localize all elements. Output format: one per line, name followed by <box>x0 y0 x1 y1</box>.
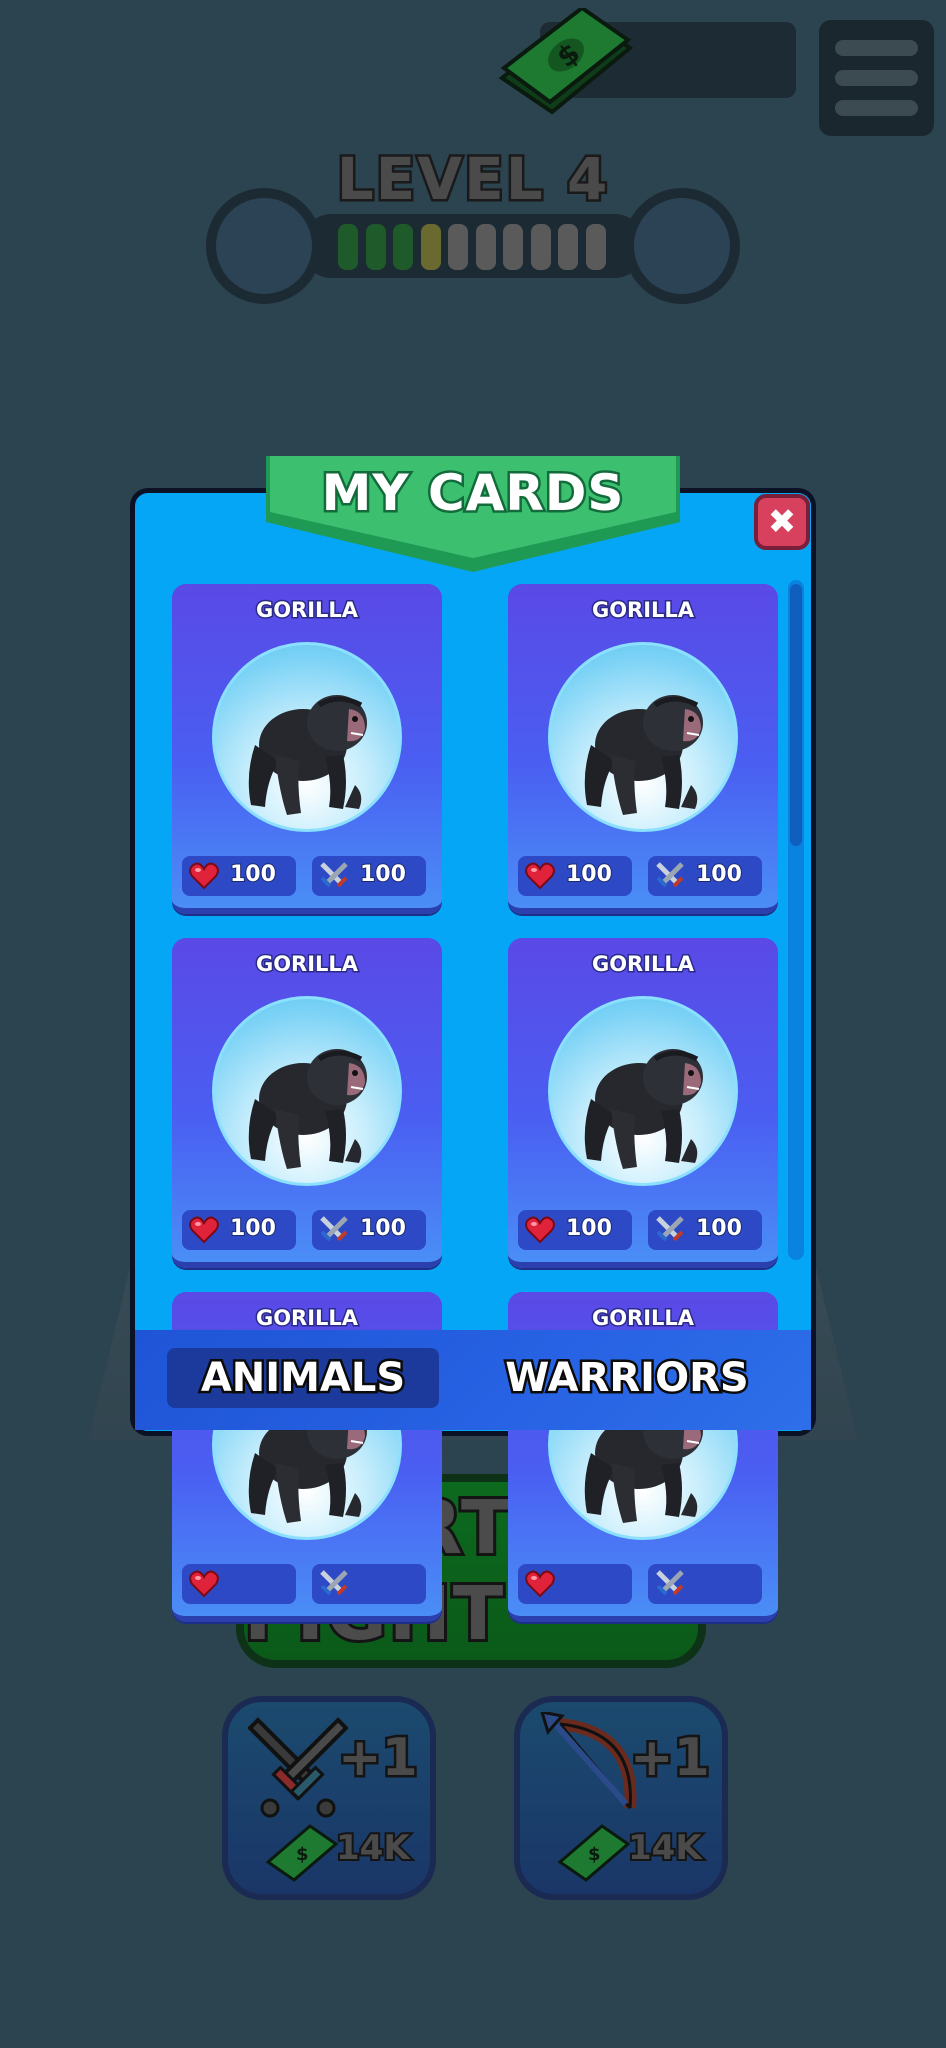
progress-segment <box>530 224 551 270</box>
health-stat <box>518 1564 632 1604</box>
card-name: GORILLA <box>590 951 695 978</box>
attack-stat: 100 <box>648 856 762 896</box>
tab-animals[interactable]: ANIMALS <box>167 1348 439 1408</box>
animal-card[interactable]: GORILLA 100 100 <box>508 938 778 1268</box>
progress-right-node <box>624 188 740 304</box>
swords-icon <box>656 1570 684 1596</box>
heart-icon <box>189 1570 219 1598</box>
swords-icon <box>320 1570 348 1596</box>
upgrade-ranged-button[interactable]: +1 $ 14K <box>514 1696 728 1900</box>
card-portrait <box>212 642 402 832</box>
swords-icon <box>656 862 684 888</box>
upgrade-cost: 14K <box>626 1826 704 1870</box>
card-name: GORILLA <box>590 597 695 624</box>
card-name: GORILLA <box>590 1305 695 1332</box>
health-value: 100 <box>229 1215 277 1242</box>
svg-text:$: $ <box>296 1844 309 1865</box>
cards-scrollbar[interactable] <box>788 580 804 1260</box>
progress-segment <box>448 224 468 270</box>
attack-stat <box>648 1564 762 1604</box>
health-stat <box>182 1564 296 1604</box>
heart-icon <box>189 1216 219 1244</box>
progress-segment <box>420 224 441 270</box>
upgrade-bonus: +1 <box>336 1726 421 1791</box>
health-stat: 100 <box>518 1210 632 1250</box>
animal-card[interactable]: GORILLA 100 100 <box>172 584 442 914</box>
cash-icon: $ <box>265 1824 339 1882</box>
attack-stat: 100 <box>312 856 426 896</box>
health-value: 100 <box>229 861 277 888</box>
menu-line <box>835 100 918 116</box>
cash-icon: $ <box>498 8 634 115</box>
card-portrait <box>548 642 738 832</box>
level-progress-bar <box>300 214 646 278</box>
attack-stat: 100 <box>648 1210 762 1250</box>
tab-warriors[interactable]: WARRIORS <box>491 1348 763 1408</box>
progress-segment <box>585 224 606 270</box>
card-portrait <box>212 996 402 1186</box>
health-value: 100 <box>565 861 613 888</box>
attack-value: 100 <box>359 1215 407 1242</box>
gorilla-image <box>584 1049 703 1169</box>
attack-value: 100 <box>359 861 407 888</box>
heart-icon <box>525 1216 555 1244</box>
menu-button[interactable] <box>819 20 934 136</box>
heart-icon <box>525 862 555 890</box>
health-stat: 100 <box>182 856 296 896</box>
swords-icon <box>320 862 348 888</box>
progress-segment <box>338 224 358 270</box>
card-portrait <box>548 996 738 1186</box>
attack-value: 100 <box>695 861 743 888</box>
dialog-title: MY CARDS <box>319 462 626 525</box>
swords-icon <box>248 1717 348 1818</box>
dialog-tab-bar: ANIMALS WARRIORS <box>135 1330 811 1430</box>
swords-icon <box>656 1216 684 1242</box>
attack-stat <box>312 1564 426 1604</box>
scrollbar-thumb[interactable] <box>790 584 802 846</box>
bow-icon <box>540 1712 637 1809</box>
close-button[interactable]: ✖ <box>754 494 810 550</box>
card-name: GORILLA <box>254 951 359 978</box>
swords-icon <box>320 1216 348 1242</box>
upgrade-attack-button[interactable]: +1 $ 14K <box>222 1696 436 1900</box>
health-stat: 100 <box>518 856 632 896</box>
health-value: 100 <box>565 1215 613 1242</box>
close-icon: ✖ <box>767 502 797 542</box>
gorilla-image <box>248 1049 367 1169</box>
progress-segment <box>365 224 386 270</box>
upgrade-bonus: +1 <box>628 1726 713 1791</box>
level-title: LEVEL 4 <box>334 143 610 216</box>
gorilla-image <box>248 695 367 815</box>
health-stat: 100 <box>182 1210 296 1250</box>
cash-icon: $ <box>557 1824 631 1882</box>
animal-card[interactable]: GORILLA 100 100 <box>508 584 778 914</box>
progress-segment <box>475 224 496 270</box>
card-name: GORILLA <box>254 597 359 624</box>
card-name: GORILLA <box>254 1305 359 1332</box>
gorilla-image <box>584 695 703 815</box>
attack-stat: 100 <box>312 1210 426 1250</box>
heart-icon <box>189 862 219 890</box>
upgrade-cost: 14K <box>334 1826 412 1870</box>
svg-text:$: $ <box>588 1844 601 1865</box>
progress-left-node <box>206 188 322 304</box>
animal-card[interactable]: GORILLA 100 100 <box>172 938 442 1268</box>
attack-value: 100 <box>695 1215 743 1242</box>
menu-line <box>835 40 918 56</box>
menu-line <box>835 70 918 86</box>
progress-segment <box>558 224 578 270</box>
progress-segment <box>503 224 523 270</box>
progress-segment <box>393 224 413 270</box>
heart-icon <box>525 1570 555 1598</box>
